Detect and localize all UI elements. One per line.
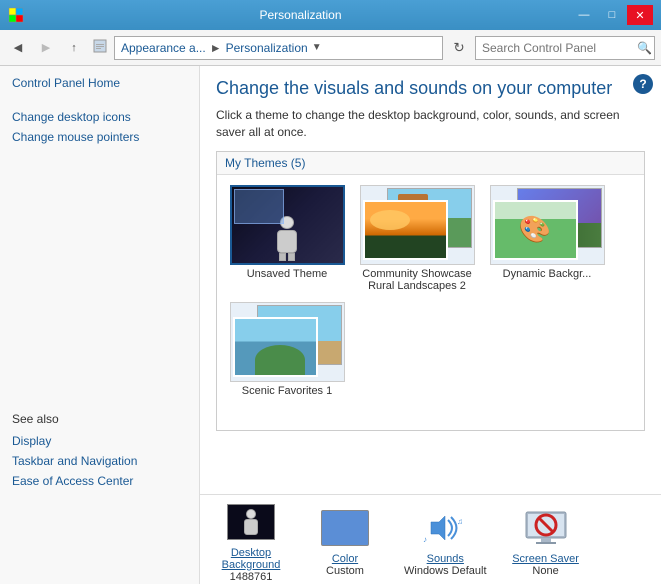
color-icon	[320, 503, 370, 553]
title-bar: Personalization — □ ✕	[0, 0, 661, 30]
bottom-item-screen-saver[interactable]: Screen Saver None	[511, 503, 581, 577]
screen-saver-icon	[521, 503, 571, 553]
main-layout: Control Panel Home Change desktop icons …	[0, 66, 661, 584]
content-description: Click a theme to change the desktop back…	[216, 107, 645, 141]
search-icon: 🔍	[637, 41, 652, 55]
breadcrumb-part2: Personalization	[226, 41, 308, 55]
breadcrumb-dropdown-button[interactable]: ▼	[312, 42, 322, 53]
theme-item-rural-landscapes[interactable]: Community Showcase Rural Landscapes 2	[357, 185, 477, 292]
theme-name-unsaved: Unsaved Theme	[247, 268, 328, 280]
sidebar-item-change-mouse-pointers[interactable]: Change mouse pointers	[12, 130, 187, 144]
breadcrumb-sep1: ►	[210, 41, 222, 55]
back-button[interactable]: ◀	[6, 36, 30, 60]
theme-name-rural-landscapes: Community Showcase Rural Landscapes 2	[362, 268, 471, 292]
bottom-item-sounds[interactable]: ♪ ♫ Sounds Windows Default	[404, 503, 487, 577]
breadcrumb: Appearance a... ► Personalization ▼	[114, 36, 443, 60]
breadcrumb-part1: Appearance a...	[121, 41, 206, 55]
search-input[interactable]	[482, 41, 637, 55]
close-button[interactable]: ✕	[627, 5, 653, 25]
color-label: Color	[332, 553, 358, 565]
sounds-label: Sounds	[427, 553, 464, 565]
forward-button[interactable]: ▶	[34, 36, 58, 60]
bottom-item-desktop-background[interactable]: Desktop Background 1488761	[216, 497, 286, 583]
sidebar-item-change-desktop-icons[interactable]: Change desktop icons	[12, 110, 187, 124]
content-title: Change the visuals and sounds on your co…	[216, 78, 645, 99]
maximize-button[interactable]: □	[599, 5, 625, 25]
screen-saver-sub: None	[532, 565, 558, 577]
sidebar-item-ease-of-access[interactable]: Ease of Access Center	[12, 474, 137, 488]
app-icon	[8, 7, 24, 23]
theme-name-dynamic: Dynamic Backgr...	[503, 268, 592, 280]
up-button[interactable]: ↑	[62, 36, 86, 60]
window-controls: — □ ✕	[571, 5, 653, 25]
theme-item-unsaved[interactable]: Unsaved Theme	[227, 185, 347, 292]
help-button[interactable]: ?	[633, 74, 653, 94]
desktop-background-label: Desktop Background	[222, 547, 281, 571]
themes-panel-header: My Themes (5)	[217, 152, 644, 175]
bottom-bar: Desktop Background 1488761 Color Custom	[200, 494, 661, 584]
refresh-button[interactable]: ↻	[447, 36, 471, 60]
color-sub: Custom	[326, 565, 364, 577]
theme-name-scenic: Scenic Favorites 1	[242, 385, 332, 397]
themes-panel: My Themes (5)	[216, 151, 645, 431]
theme-item-dynamic[interactable]: 🎨 Dynamic Backgr...	[487, 185, 607, 292]
themes-grid: Unsaved Theme	[217, 175, 644, 407]
see-also-label: See also	[12, 412, 137, 426]
sidebar-item-taskbar[interactable]: Taskbar and Navigation	[12, 454, 137, 468]
minimize-button[interactable]: —	[571, 5, 597, 25]
sidebar-item-display[interactable]: Display	[12, 434, 137, 448]
search-box: 🔍	[475, 36, 655, 60]
desktop-background-icon	[226, 497, 276, 547]
window-title: Personalization	[30, 8, 571, 22]
theme-item-scenic[interactable]: Scenic Favorites 1	[227, 302, 347, 397]
svg-text:♫: ♫	[457, 517, 463, 526]
svg-text:♪: ♪	[423, 535, 427, 544]
sounds-sub: Windows Default	[404, 565, 487, 577]
desktop-background-sub: 1488761	[230, 571, 273, 583]
screen-saver-label: Screen Saver	[512, 553, 579, 565]
content-area: ? Change the visuals and sounds on your …	[200, 66, 661, 494]
navigation-bar: ◀ ▶ ↑ Appearance a... ► Personalization …	[0, 30, 661, 66]
sidebar-item-control-panel-home[interactable]: Control Panel Home	[12, 76, 187, 90]
bottom-item-color[interactable]: Color Custom	[310, 503, 380, 577]
sidebar: Control Panel Home Change desktop icons …	[0, 66, 200, 584]
sounds-icon: ♪ ♫	[420, 503, 470, 553]
